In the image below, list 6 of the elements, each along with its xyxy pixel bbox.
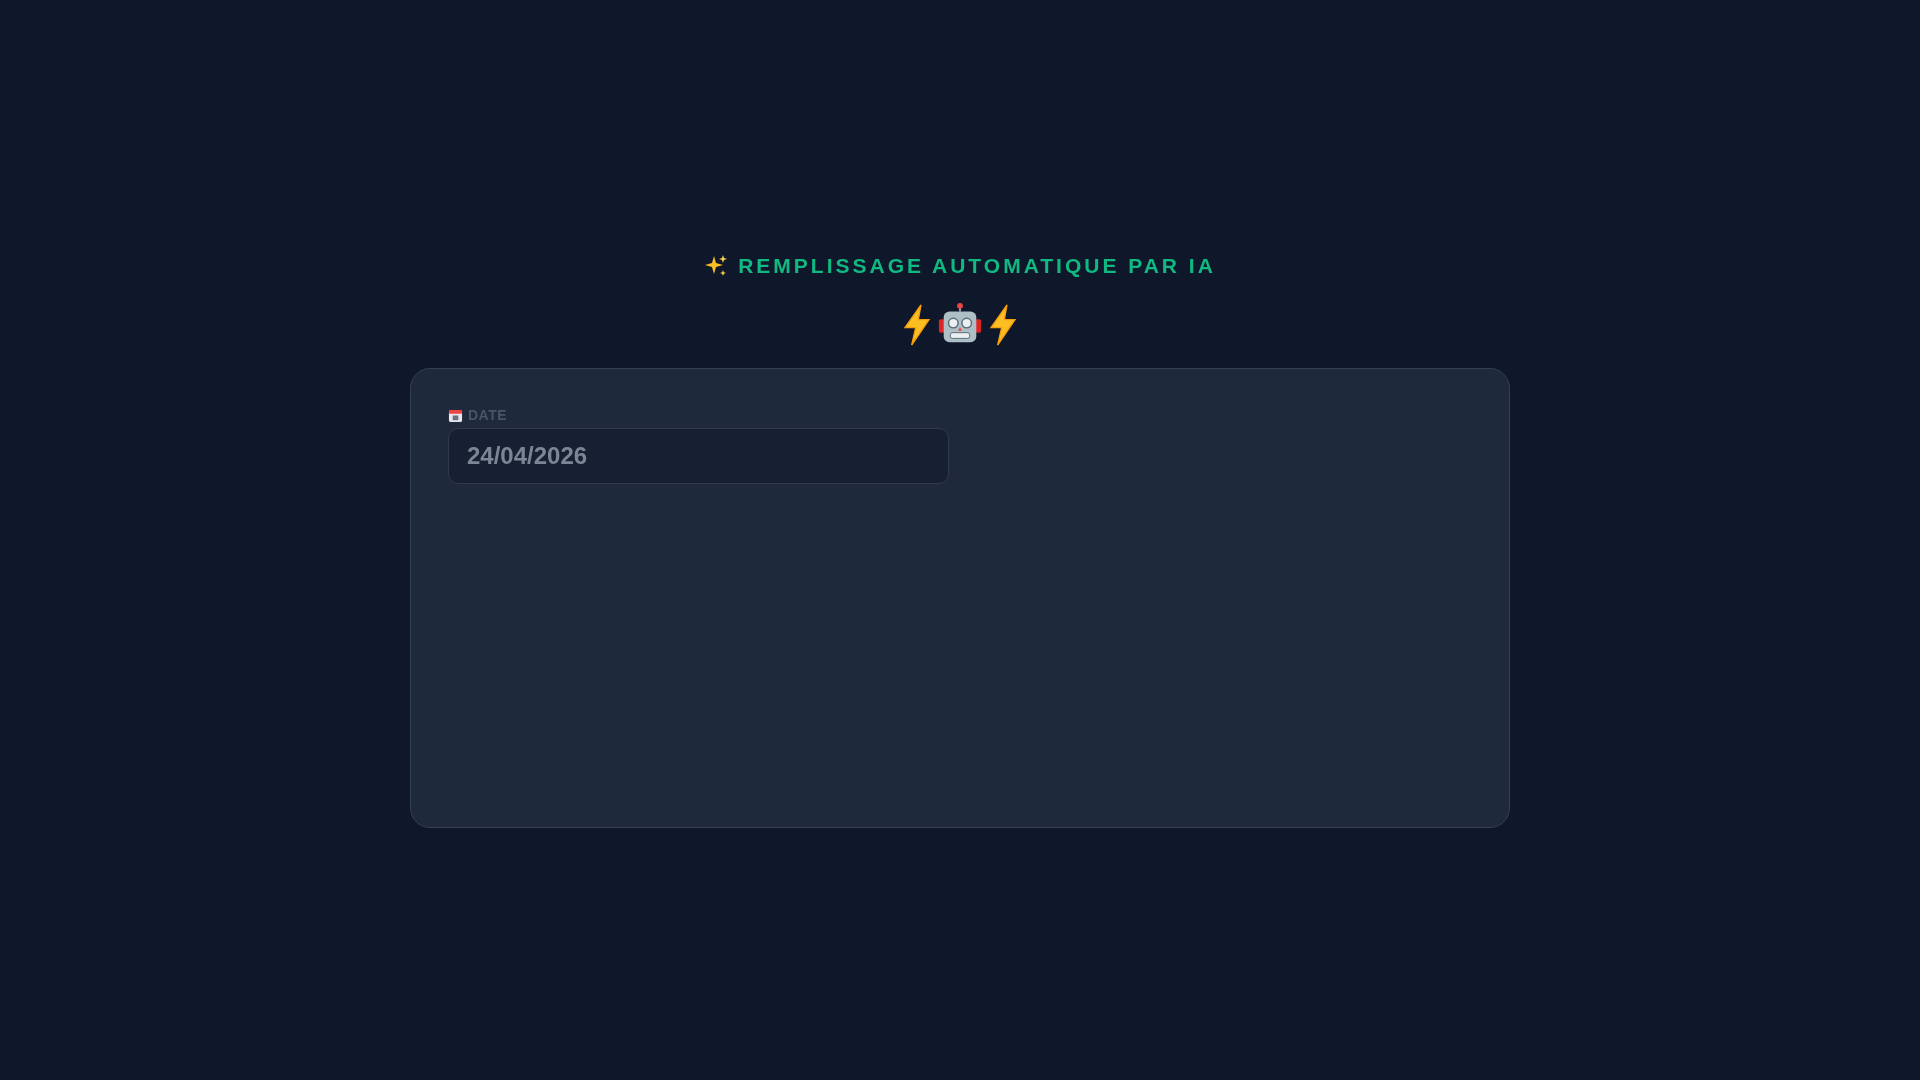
date-field[interactable]: 24/04/2026 bbox=[448, 428, 949, 484]
calendar-icon bbox=[448, 407, 463, 423]
lightning-icon bbox=[987, 303, 1019, 347]
lightning-icon bbox=[901, 303, 933, 347]
sparkles-icon bbox=[704, 254, 729, 278]
page-title: REMPLISSAGE AUTOMATIQUE PAR IA bbox=[738, 254, 1216, 278]
